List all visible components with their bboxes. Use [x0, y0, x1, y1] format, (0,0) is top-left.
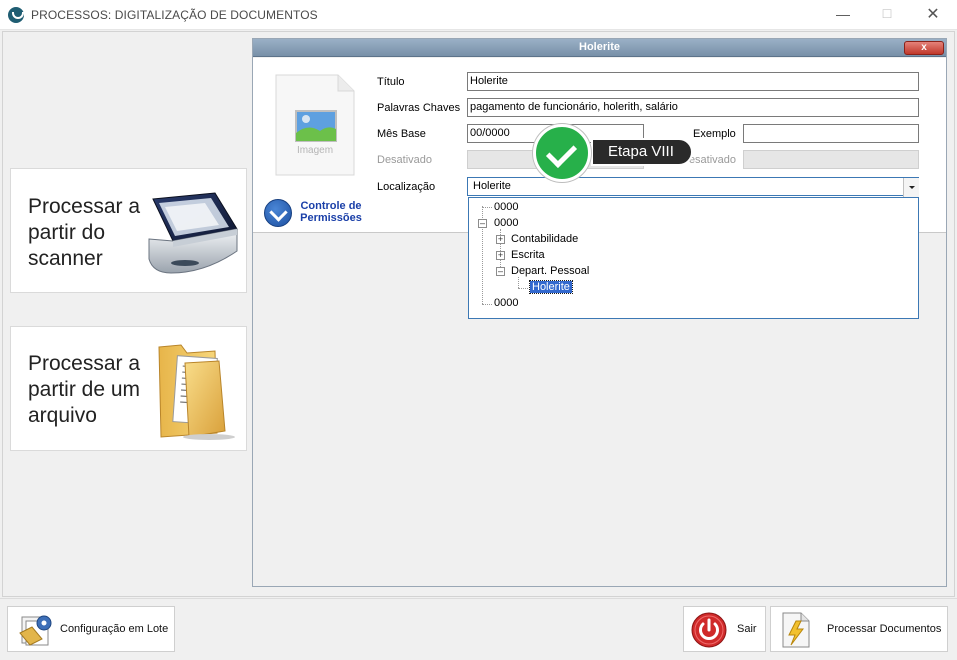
etapa-callout-label: Etapa VIII	[591, 138, 693, 166]
panel-close-button[interactable]: x	[904, 41, 944, 55]
batch-config-label: Configuração em Lote	[60, 623, 169, 635]
expand-icon[interactable]: +	[496, 251, 505, 260]
image-placeholder-caption: Imagem	[296, 145, 334, 156]
tree-node-root-1[interactable]: 0000	[494, 201, 518, 213]
exit-button[interactable]: Sair	[683, 606, 766, 652]
document-image-placeholder[interactable]: Imagem	[274, 73, 356, 177]
maximize-button[interactable]: ☐	[864, 0, 910, 30]
window-title: PROCESSOS: DIGITALIZAÇÃO DE DOCUMENTOS	[31, 8, 318, 22]
process-documents-icon	[782, 612, 810, 648]
exemplo-field[interactable]	[743, 124, 919, 143]
tree-connector	[518, 288, 528, 289]
image-placeholder-icon	[275, 74, 355, 176]
tree-connector	[482, 304, 492, 305]
scanner-icon	[148, 192, 238, 274]
desativado-label: Desativado	[377, 154, 433, 166]
process-from-file-button[interactable]: Processar a partir de um arquivo	[10, 326, 247, 451]
localizacao-dropdown-button[interactable]	[903, 178, 919, 197]
exemplo-label: Exemplo	[693, 128, 736, 140]
app-logo-icon	[8, 7, 24, 23]
tree-node-holerite-selected[interactable]: Holerite	[529, 280, 573, 294]
batch-config-button[interactable]: Configuração em Lote	[7, 606, 175, 652]
mes-base-label: Mês Base	[377, 128, 426, 140]
process-from-file-label: Processar a partir de um arquivo	[28, 352, 141, 427]
palavras-chaves-field[interactable]: pagamento de funcionário, holerith, salá…	[467, 98, 919, 117]
etapa-badge	[533, 124, 593, 184]
titulo-label: Título	[377, 76, 405, 88]
localizacao-tree-dropdown[interactable]: 0000 – 0000 + Contabilidade + Escrita – …	[468, 197, 919, 319]
expand-icon[interactable]: +	[496, 235, 505, 244]
checkmark-icon	[533, 124, 591, 182]
tree-node-escrita[interactable]: Escrita	[511, 249, 545, 261]
minimize-button[interactable]: —	[820, 0, 866, 30]
titulo-field[interactable]: Holerite	[467, 72, 919, 91]
desativado-field-2	[743, 150, 919, 169]
tree-node-depart-pessoal[interactable]: Depart. Pessoal	[511, 265, 589, 277]
tree-node-root-3[interactable]: 0000	[494, 297, 518, 309]
tree-node-root-2[interactable]: 0000	[494, 217, 518, 229]
process-from-scanner-button[interactable]: Processar a partir do scanner	[10, 168, 247, 293]
close-window-button[interactable]: ✕	[910, 0, 956, 30]
title-bar: PROCESSOS: DIGITALIZAÇÃO DE DOCUMENTOS —…	[0, 0, 957, 30]
palavras-chaves-label: Palavras Chaves	[377, 102, 461, 114]
exit-label: Sair	[737, 623, 757, 635]
folder-icon	[158, 344, 235, 440]
tree-node-contabilidade[interactable]: Contabilidade	[511, 233, 578, 245]
process-documents-button[interactable]: Processar Documentos	[770, 606, 948, 652]
panel-title: Holerite	[579, 41, 620, 53]
localizacao-label: Localização	[377, 181, 436, 193]
batch-config-icon	[19, 615, 52, 646]
process-from-scanner-label: Processar a partir do scanner	[28, 195, 141, 270]
panel-title-bar: Holerite	[253, 39, 946, 57]
tree-connector	[482, 207, 492, 208]
power-icon	[691, 612, 727, 648]
tree-connector	[518, 277, 519, 288]
permissions-chevron-icon[interactable]	[264, 199, 292, 227]
bottom-separator	[0, 598, 957, 599]
process-documents-label: Processar Documentos	[827, 623, 942, 635]
collapse-icon[interactable]: –	[478, 219, 487, 228]
permissions-control-link[interactable]: Controle de Permissões	[296, 200, 366, 224]
collapse-icon[interactable]: –	[496, 267, 505, 276]
